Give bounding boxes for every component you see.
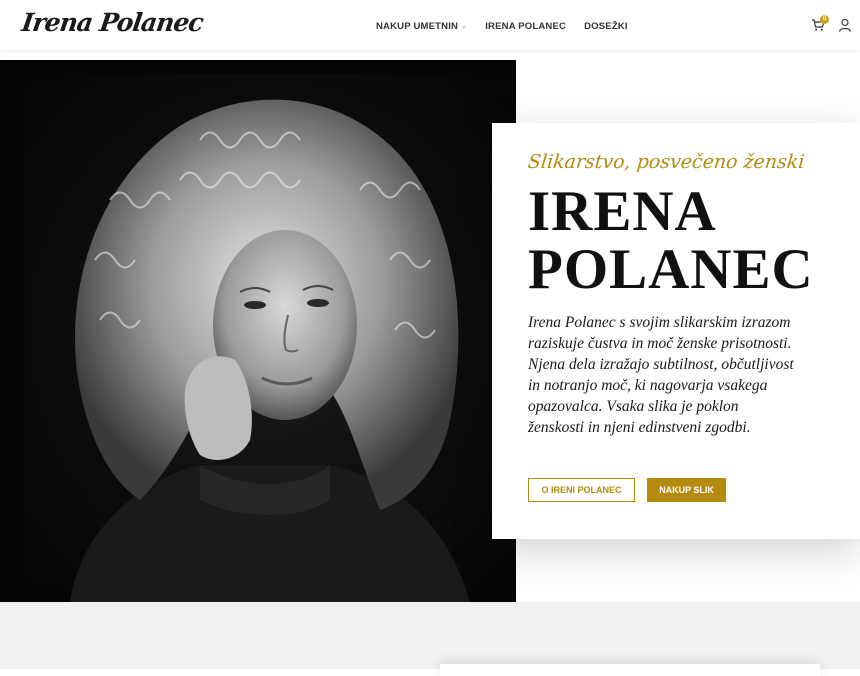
account-button[interactable]	[838, 18, 852, 34]
about-button[interactable]: O IRENI POLANEC	[528, 478, 635, 502]
hero-content-card: Slikarstvo, posvečeno ženski IRENA POLAN…	[492, 123, 860, 539]
nav-item-irena-polanec[interactable]: IRENA POLANEC	[485, 21, 566, 32]
shop-paintings-button[interactable]: NAKUP SLIK	[647, 478, 726, 502]
next-section-band	[0, 602, 860, 669]
cart-count-badge: 0	[820, 15, 829, 24]
chevron-down-icon: ⌄	[461, 23, 468, 30]
cart-button[interactable]: 0	[811, 15, 829, 34]
portrait-image	[70, 99, 470, 602]
nav-item-label: DOSEŽKI	[584, 20, 628, 32]
site-header: Irena Polanec NAKUP UMETNIN ⌄ IRENA POLA…	[0, 0, 860, 50]
site-logo[interactable]: Irena Polanec	[20, 8, 205, 37]
hero-tagline: Slikarstvo, posvečeno ženski	[526, 151, 806, 173]
user-icon	[838, 18, 852, 32]
hero-description: Irena Polanec s svojim slikarskim izrazo…	[528, 314, 794, 436]
nav-item-dosezki[interactable]: DOSEŽKI	[584, 21, 628, 32]
nav-item-label: NAKUP UMETNIN	[376, 20, 459, 32]
nav-item-nakup-umetnin[interactable]: NAKUP UMETNIN ⌄	[376, 21, 467, 32]
title-line-2: POLANEC	[528, 238, 814, 301]
main-nav: NAKUP UMETNIN ⌄ IRENA POLANEC DOSEŽKI	[376, 19, 628, 33]
next-section-card-edge	[440, 664, 820, 676]
hero-portrait-photo	[0, 60, 516, 602]
page-title: IRENA POLANEC	[528, 183, 814, 299]
nav-item-label: IRENA POLANEC	[485, 20, 567, 32]
title-line-1: IRENA	[528, 180, 717, 243]
